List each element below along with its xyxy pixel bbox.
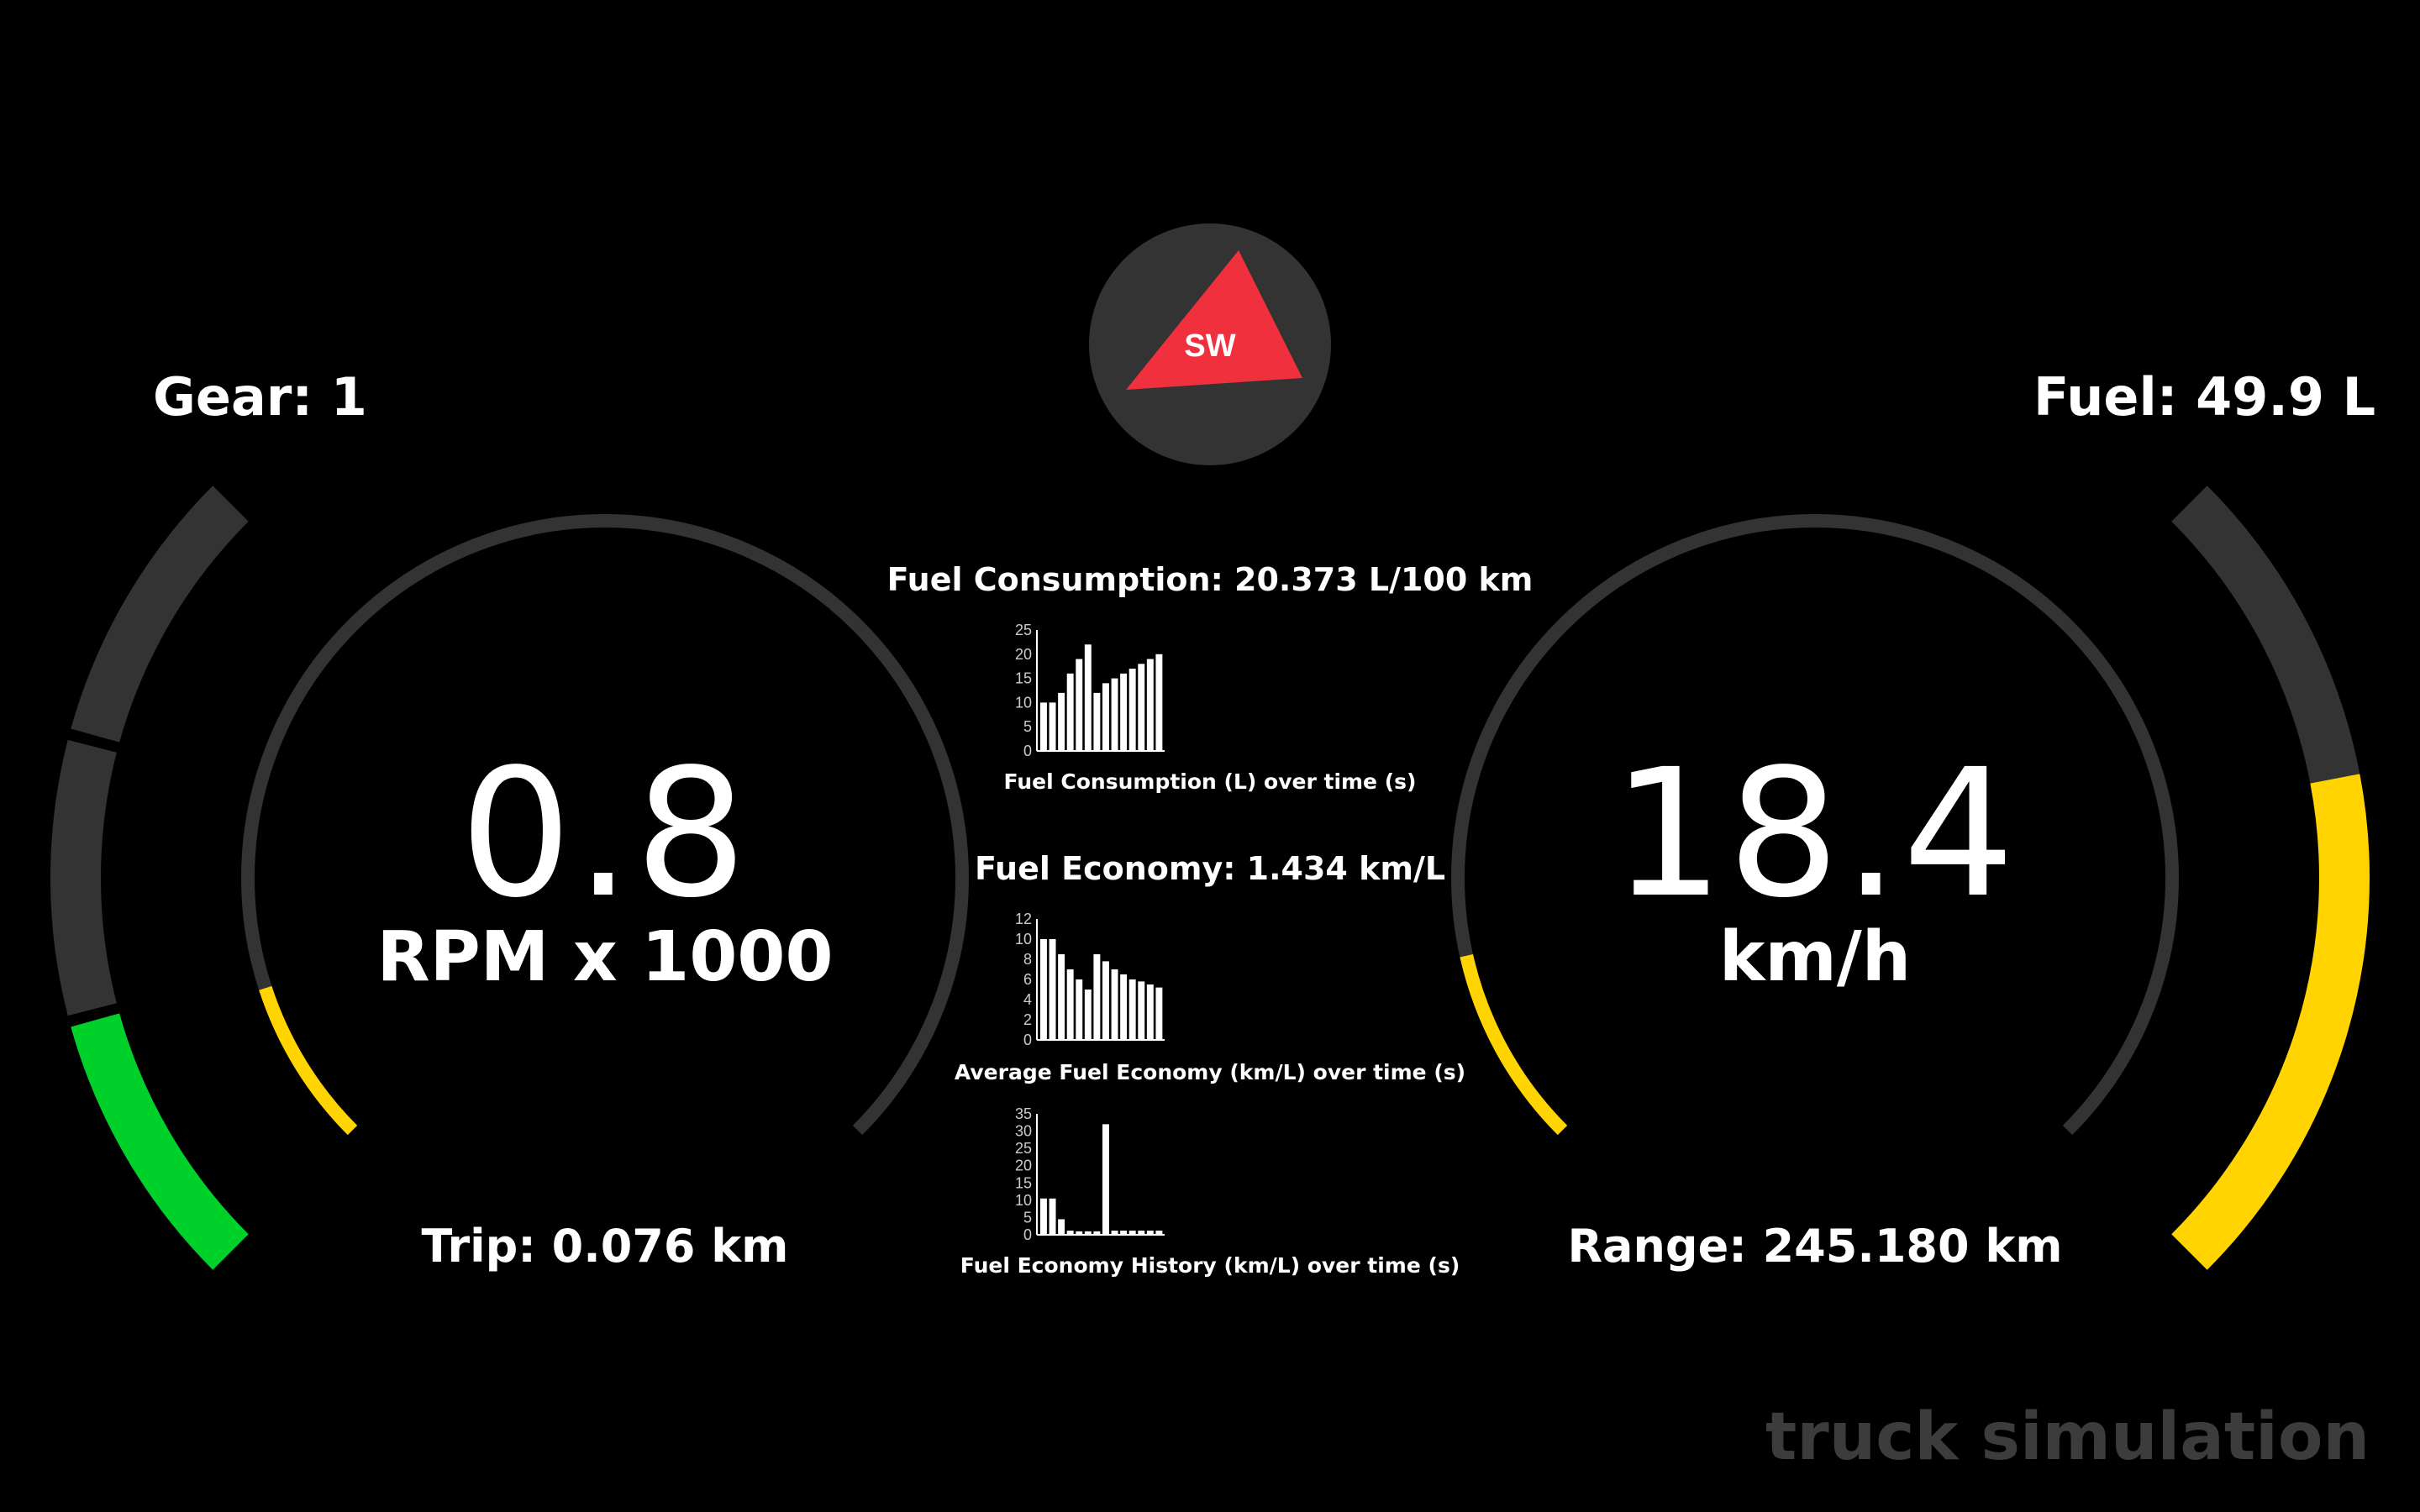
rpm-value: 0.8 <box>460 731 750 937</box>
chart-bar <box>1146 659 1154 751</box>
chart-bar <box>1093 954 1101 1040</box>
chart-bar <box>1049 1198 1056 1235</box>
fuel-consumption-chart: 0 5 10 15 20 25 <box>1015 622 1165 756</box>
speed-unit-label: km/h <box>1718 917 1912 997</box>
chart-bar <box>1093 1231 1101 1235</box>
y-tick-label: 20 <box>1015 1158 1032 1174</box>
chart-bar <box>1120 1231 1128 1235</box>
y-tick-label: 0 <box>1023 743 1032 756</box>
y-tick-label: 30 <box>1015 1123 1032 1140</box>
chart-bar <box>1102 961 1109 1040</box>
y-tick-label: 5 <box>1023 1209 1032 1226</box>
speed-gauge-fill <box>1460 953 1568 1136</box>
chart-bar <box>1138 664 1145 751</box>
chart-bar <box>1040 939 1047 1040</box>
range-remaining: Range: 245.180 km <box>1567 1220 2063 1273</box>
chart-bar <box>1138 981 1145 1040</box>
chart-bar <box>1128 669 1136 751</box>
y-tick-label: 12 <box>1015 911 1032 927</box>
speed-value: 18.4 <box>1612 731 2018 937</box>
y-tick-label: 15 <box>1015 1174 1032 1191</box>
fuel-level-indicator: Fuel: 49.9 L <box>2033 366 2376 428</box>
chart-bar <box>1146 984 1154 1040</box>
chart-bar <box>1128 979 1136 1040</box>
chart-bar <box>1040 702 1047 751</box>
y-tick-label: 35 <box>1015 1105 1032 1122</box>
y-tick-label: 15 <box>1015 670 1032 687</box>
y-tick-label: 25 <box>1015 622 1032 638</box>
chart-bar <box>1076 1231 1083 1235</box>
chart-bar <box>1155 654 1163 751</box>
chart-bar <box>1093 692 1101 751</box>
y-tick-label: 20 <box>1015 646 1032 663</box>
chart-bar <box>1084 1231 1092 1235</box>
chart-bar <box>1102 683 1109 751</box>
chart-bar <box>1102 1124 1109 1235</box>
y-tick-label: 25 <box>1015 1140 1032 1157</box>
fuel-consumption-title: Fuel Consumption: 20.373 L/100 km <box>886 561 1534 598</box>
y-tick-label: 0 <box>1023 1226 1032 1240</box>
chart-bar <box>1066 1231 1074 1235</box>
chart-bar <box>1155 987 1163 1040</box>
chart-bar <box>1058 692 1065 751</box>
y-tick-label: 8 <box>1023 951 1032 968</box>
chart-bar <box>1066 969 1074 1040</box>
rpm-unit-label: RPM x 1000 <box>376 917 834 997</box>
fuel-economy-history-chart-caption: Fuel Economy History (km/L) over time (s… <box>960 1253 1460 1278</box>
y-tick-label: 0 <box>1023 1032 1032 1045</box>
fuel-economy-history-chart: 05101520253035 <box>1015 1105 1165 1240</box>
chart-bar <box>1084 990 1092 1040</box>
chart-bar <box>1084 644 1092 751</box>
chart-bar <box>1066 673 1074 751</box>
chart-bar <box>1076 979 1083 1040</box>
chart-bar <box>1076 659 1083 751</box>
chart-bar <box>1058 1219 1065 1235</box>
chart-bar <box>1155 1231 1163 1235</box>
compass-direction: SW <box>1184 328 1235 364</box>
y-tick-label: 10 <box>1015 694 1032 711</box>
chart-bar <box>1111 969 1118 1040</box>
y-tick-label: 10 <box>1015 1192 1032 1209</box>
chart-bar <box>1120 974 1128 1040</box>
fuel-economy-title: Fuel Economy: 1.434 km/L <box>974 850 1446 887</box>
average-fuel-economy-chart: 0 2 4 6 8 10 12 <box>1015 911 1165 1045</box>
chart-bar <box>1111 678 1118 751</box>
y-tick-label: 4 <box>1023 991 1032 1008</box>
chart-bar <box>1058 954 1065 1040</box>
rpm-gauge-fill <box>259 985 358 1136</box>
chart-bar <box>1138 1231 1145 1235</box>
left-bar-segment-1 <box>71 486 249 743</box>
y-tick-label: 6 <box>1023 971 1032 988</box>
compass-widget: SW <box>1089 223 1331 465</box>
chart-bar <box>1049 702 1056 751</box>
gear-indicator: Gear: 1 <box>153 366 367 428</box>
right-bar-fill <box>2171 774 2370 1270</box>
watermark-logo: truck simulation <box>1765 1399 2370 1475</box>
fuel-consumption-chart-caption: Fuel Consumption (L) over time (s) <box>1003 769 1417 794</box>
chart-bar <box>1128 1231 1136 1235</box>
left-bar-segment-2 <box>50 739 117 1016</box>
y-tick-label: 2 <box>1023 1011 1032 1028</box>
left-bar-segment-3 <box>71 1013 249 1270</box>
chart-bar <box>1049 939 1056 1040</box>
chart-bar <box>1040 1198 1047 1235</box>
chart-bar <box>1120 673 1128 751</box>
average-fuel-economy-chart-caption: Average Fuel Economy (km/L) over time (s… <box>954 1060 1466 1084</box>
trip-distance: Trip: 0.076 km <box>421 1220 789 1273</box>
chart-bar <box>1146 1231 1154 1235</box>
y-tick-label: 5 <box>1023 718 1032 735</box>
chart-bar <box>1111 1231 1118 1235</box>
y-tick-label: 10 <box>1015 931 1032 948</box>
